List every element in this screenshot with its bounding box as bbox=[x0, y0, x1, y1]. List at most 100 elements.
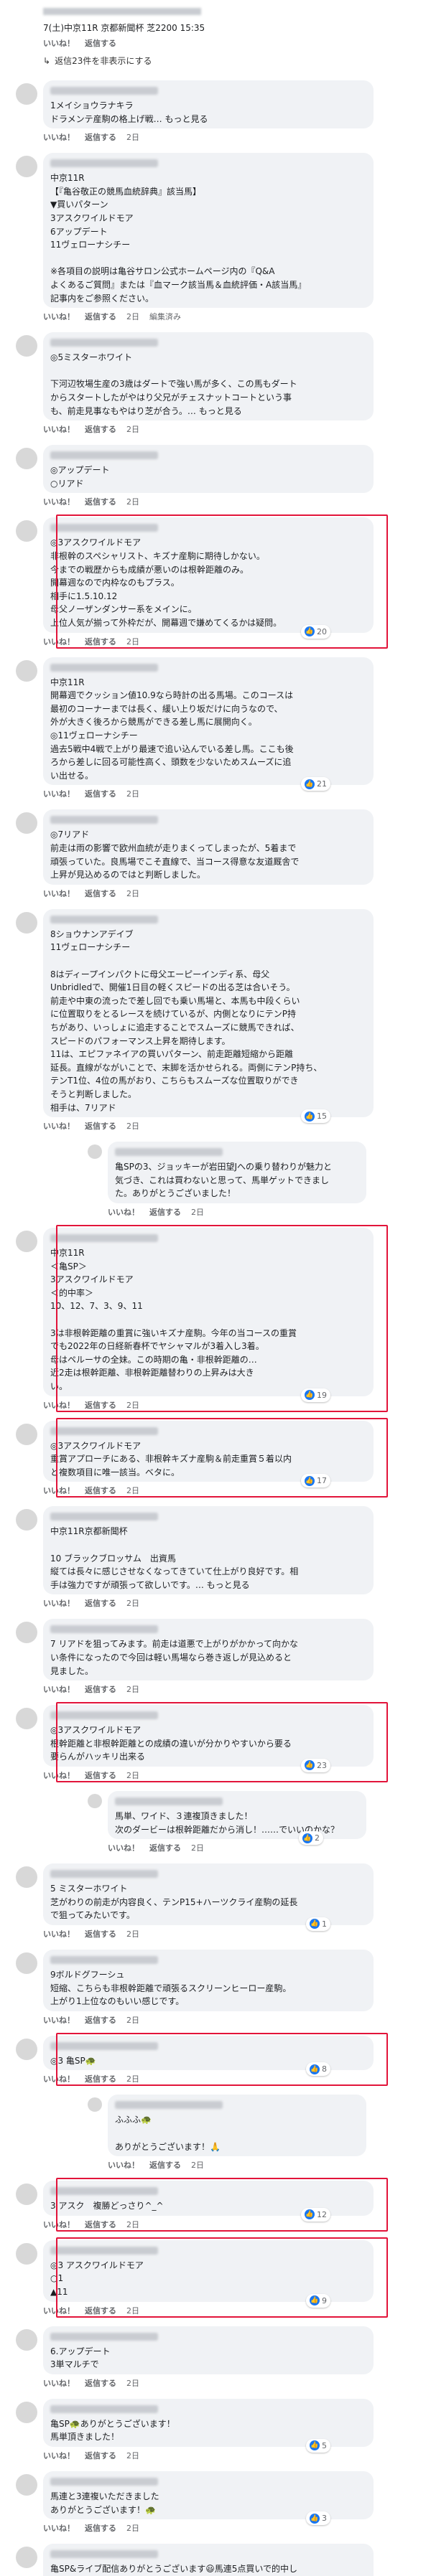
like-button[interactable]: いいね！ bbox=[43, 1485, 75, 1496]
commenter-name[interactable] bbox=[50, 87, 158, 95]
comment-timestamp[interactable]: 2日 bbox=[126, 1597, 139, 1609]
avatar[interactable] bbox=[16, 520, 37, 542]
avatar[interactable] bbox=[16, 2328, 37, 2351]
reply-button[interactable]: 返信する bbox=[85, 131, 116, 143]
commenter-name[interactable] bbox=[115, 2101, 223, 2110]
reply-button[interactable]: 返信する bbox=[85, 2377, 116, 2389]
comment-timestamp[interactable]: 2日 bbox=[126, 1683, 139, 1695]
comment-timestamp[interactable]: 2日 bbox=[126, 131, 139, 143]
avatar[interactable] bbox=[16, 2038, 37, 2060]
like-button[interactable]: いいね！ bbox=[43, 1399, 75, 1411]
like-button[interactable]: いいね！ bbox=[43, 131, 75, 143]
reply-button[interactable]: 返信する bbox=[85, 2014, 116, 2026]
comment-timestamp[interactable]: 2日 bbox=[126, 1399, 139, 1411]
reply-button[interactable]: 返信する bbox=[85, 2522, 116, 2534]
reaction-count[interactable]: 👍 5 bbox=[306, 2438, 330, 2453]
avatar[interactable] bbox=[16, 1866, 37, 1889]
comment-timestamp[interactable]: 2日 bbox=[126, 2522, 139, 2534]
like-button[interactable]: いいね！ bbox=[108, 2159, 139, 2171]
avatar[interactable] bbox=[16, 1708, 37, 1730]
avatar[interactable] bbox=[88, 2097, 102, 2112]
commenter-name[interactable] bbox=[50, 159, 158, 168]
comment-timestamp[interactable]: 2日 bbox=[126, 2377, 139, 2389]
reaction-count[interactable]: 👍 8 bbox=[306, 2062, 330, 2077]
like-button[interactable]: いいね！ bbox=[43, 2219, 75, 2230]
reaction-count[interactable]: 👍 20 bbox=[301, 624, 330, 639]
comment-timestamp[interactable]: 2日 bbox=[126, 1120, 139, 1132]
avatar[interactable] bbox=[16, 1423, 37, 1445]
reply-button[interactable]: 返信する bbox=[149, 1206, 181, 1218]
avatar[interactable] bbox=[16, 1231, 37, 1252]
comment-timestamp[interactable]: 2日 bbox=[126, 636, 139, 647]
comment-timestamp[interactable]: 2日 bbox=[126, 2014, 139, 2026]
commenter-name[interactable] bbox=[50, 1956, 158, 1964]
reply-button[interactable]: 返信する bbox=[85, 636, 116, 647]
avatar[interactable] bbox=[16, 448, 37, 470]
reply-button[interactable]: 返信する bbox=[85, 423, 116, 435]
avatar[interactable] bbox=[16, 812, 37, 835]
avatar[interactable] bbox=[16, 83, 37, 105]
avatar[interactable] bbox=[16, 156, 37, 178]
reply-button[interactable]: 返信する bbox=[85, 1399, 116, 1411]
reply-button[interactable]: 返信する bbox=[85, 1683, 116, 1695]
comment-timestamp[interactable]: 2日 bbox=[126, 2450, 139, 2461]
like-button[interactable]: いいね！ bbox=[43, 2305, 75, 2316]
comment-timestamp[interactable]: 2日 bbox=[126, 1485, 139, 1496]
comment-timestamp[interactable]: 2日 bbox=[191, 1842, 204, 1853]
commenter-name[interactable] bbox=[50, 524, 158, 532]
comment-timestamp[interactable]: 2日 bbox=[126, 1928, 139, 1940]
comment-timestamp[interactable]: 2日 bbox=[126, 496, 139, 507]
like-button[interactable]: いいね！ bbox=[43, 2522, 75, 2534]
reply-button[interactable]: 返信する bbox=[85, 496, 116, 507]
reply-button[interactable]: 返信する bbox=[85, 37, 116, 49]
reaction-count[interactable]: 👍 12 bbox=[301, 2207, 330, 2222]
reply-button[interactable]: 返信する bbox=[85, 1928, 116, 1940]
reply-button[interactable]: 返信する bbox=[149, 1842, 181, 1853]
like-button[interactable]: いいね！ bbox=[108, 1206, 139, 1218]
avatar[interactable] bbox=[88, 1794, 102, 1808]
reaction-count[interactable]: 👍 21 bbox=[301, 777, 330, 791]
hide-replies-toggle[interactable]: ↳ 返信23件を非表示にする bbox=[43, 55, 152, 67]
commenter-name[interactable] bbox=[50, 2246, 158, 2255]
avatar[interactable] bbox=[16, 1952, 37, 1974]
like-button[interactable]: いいね！ bbox=[43, 1928, 75, 1940]
comment-timestamp[interactable]: 2日 bbox=[191, 1206, 204, 1218]
avatar[interactable] bbox=[16, 2401, 37, 2423]
reaction-count[interactable]: 👍 2 bbox=[299, 1831, 323, 1846]
reply-button[interactable]: 返信する bbox=[149, 2159, 181, 2171]
avatar[interactable] bbox=[16, 2474, 37, 2496]
reply-button[interactable]: 返信する bbox=[85, 888, 116, 899]
comment-timestamp[interactable]: 2日 bbox=[126, 888, 139, 899]
reply-button[interactable]: 返信する bbox=[85, 2073, 116, 2084]
commenter-name[interactable] bbox=[50, 915, 158, 923]
comment-timestamp[interactable]: 2日 bbox=[126, 2305, 139, 2316]
like-button[interactable]: いいね！ bbox=[43, 2450, 75, 2461]
avatar[interactable] bbox=[16, 911, 37, 934]
commenter-name[interactable] bbox=[50, 1513, 158, 1521]
comment-timestamp[interactable]: 2日 bbox=[126, 311, 139, 322]
reply-button[interactable]: 返信する bbox=[85, 2305, 116, 2316]
commenter-name[interactable] bbox=[50, 816, 158, 824]
reply-button[interactable]: 返信する bbox=[85, 1485, 116, 1496]
comment-timestamp[interactable]: 2日 bbox=[126, 788, 139, 799]
commenter-name[interactable] bbox=[50, 1870, 158, 1879]
like-button[interactable]: いいね！ bbox=[43, 423, 75, 435]
comment-timestamp[interactable]: 2日 bbox=[126, 2219, 139, 2230]
commenter-name[interactable] bbox=[50, 2405, 158, 2413]
commenter-name[interactable] bbox=[50, 663, 158, 672]
like-button[interactable]: いいね！ bbox=[43, 788, 75, 799]
reply-button[interactable]: 返信する bbox=[85, 2450, 116, 2461]
avatar[interactable] bbox=[16, 335, 37, 357]
reaction-count[interactable]: 👍 9 bbox=[306, 2293, 330, 2308]
reaction-count[interactable]: 👍 1 bbox=[306, 1917, 330, 1931]
like-button[interactable]: いいね！ bbox=[43, 2073, 75, 2084]
commenter-name[interactable] bbox=[50, 1625, 158, 1634]
commenter-name[interactable] bbox=[50, 2550, 158, 2559]
like-button[interactable]: いいね！ bbox=[43, 1683, 75, 1695]
avatar[interactable] bbox=[16, 2547, 37, 2569]
like-button[interactable]: いいね！ bbox=[43, 37, 75, 49]
commenter-name[interactable] bbox=[50, 1711, 158, 1720]
like-button[interactable]: いいね！ bbox=[43, 1769, 75, 1781]
commenter-name[interactable] bbox=[50, 1426, 158, 1435]
avatar[interactable] bbox=[16, 1622, 37, 1644]
